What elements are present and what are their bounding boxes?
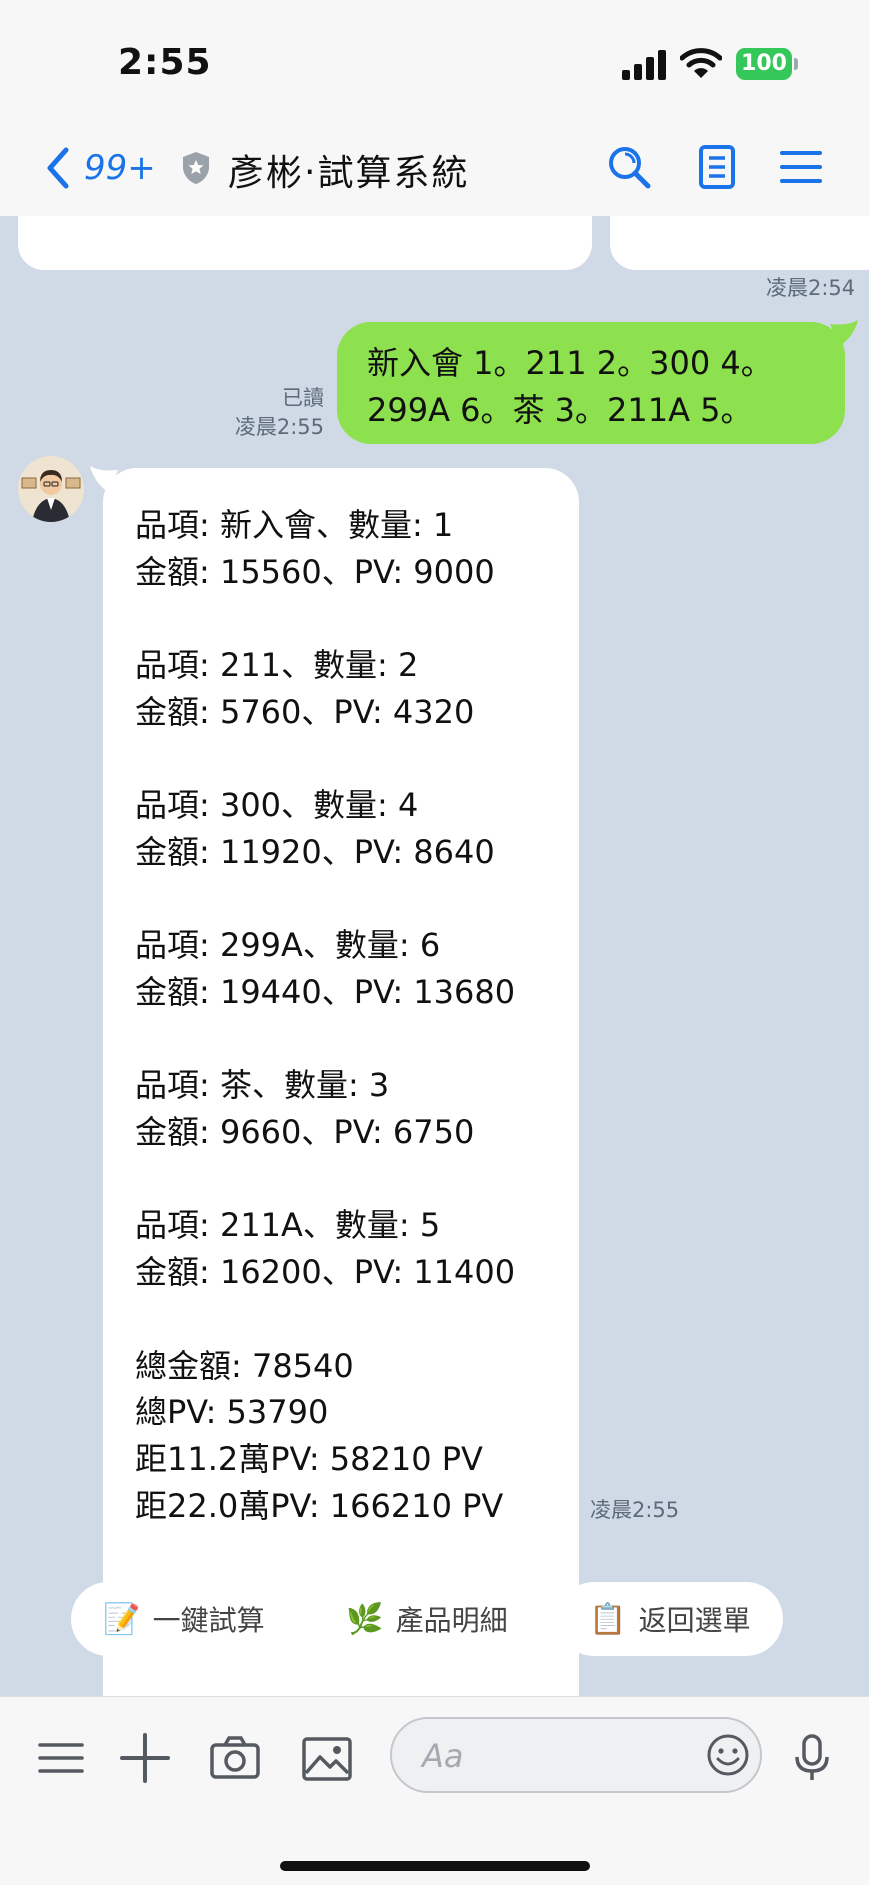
wifi-icon xyxy=(680,48,722,78)
home-indicator xyxy=(280,1861,590,1871)
reply-line: 金額: 9660、PV: 6750 xyxy=(135,1113,475,1152)
message-input[interactable]: Aa xyxy=(390,1717,762,1793)
reply-line: 距22.0萬PV: 166210 PV xyxy=(135,1486,504,1525)
reply-line: 品項: 211、數量: 2 xyxy=(135,646,419,685)
read-receipt: 已讀 凌晨2:55 xyxy=(228,384,324,442)
quick-reply-menu[interactable]: 📋 返回選單 xyxy=(557,1582,783,1656)
reply-line: 金額: 19440、PV: 13680 xyxy=(135,972,516,1011)
camera-icon[interactable] xyxy=(210,1733,260,1783)
menu-icon[interactable] xyxy=(776,142,826,192)
unread-count[interactable]: 99+ xyxy=(84,148,156,188)
hamburger-menu-icon[interactable] xyxy=(36,1733,86,1783)
emoji-icon[interactable] xyxy=(706,1733,750,1777)
chat-header: 99+ 彥彬‧試算系統 xyxy=(0,120,869,216)
quick-reply-calc[interactable]: 📝 一鍵試算 xyxy=(71,1582,297,1656)
sent-time: 凌晨2:55 xyxy=(234,415,324,439)
back-chevron-icon[interactable] xyxy=(40,144,76,192)
cellular-signal-icon xyxy=(622,50,668,80)
reply-message-bubble[interactable]: 品項: 新入會、數量: 1 金額: 15560、PV: 9000 品項: 211、數… xyxy=(103,468,579,1696)
reply-line: 金額: 11920、PV: 8640 xyxy=(135,832,495,871)
reply-spacer xyxy=(135,736,547,783)
search-icon[interactable] xyxy=(604,142,654,192)
reply-line: 總金額: 78540 xyxy=(135,1346,354,1385)
plus-icon[interactable] xyxy=(120,1733,170,1783)
notes-icon[interactable] xyxy=(692,142,742,192)
quick-reply-label: 一鍵試算 xyxy=(152,1604,265,1637)
chat-area[interactable]: 凌晨2:54 已讀 凌晨2:55 新入會 1。211 2。300 4。299A … xyxy=(0,216,869,1696)
reply-spacer xyxy=(135,1156,547,1203)
bot-avatar[interactable] xyxy=(18,456,84,522)
reply-line: 品項: 茶、數量: 3 xyxy=(135,1066,390,1105)
image-icon[interactable] xyxy=(302,1733,352,1783)
reply-spacer xyxy=(135,1016,547,1063)
clipboard-icon: 📋 xyxy=(589,1601,627,1637)
herb-icon: 🌿 xyxy=(346,1601,384,1637)
read-label: 已讀 xyxy=(282,386,324,410)
quick-reply-products[interactable]: 🌿 產品明細 xyxy=(314,1582,540,1656)
previous-message-bubble xyxy=(18,216,592,270)
reply-spacer xyxy=(135,1296,547,1343)
sent-message-bubble[interactable]: 新入會 1。211 2。300 4。299A 6。茶 3。211A 5。 xyxy=(337,322,845,444)
reply-time: 凌晨2:55 xyxy=(590,1498,680,1522)
previous-message-bubble xyxy=(610,216,869,270)
shield-icon xyxy=(183,152,209,184)
chat-title: 彥彬‧試算系統 xyxy=(228,153,470,194)
status-time: 2:55 xyxy=(118,42,212,83)
status-bar: 2:55 100 xyxy=(0,0,869,120)
message-placeholder: Aa xyxy=(422,1737,464,1775)
reply-spacer xyxy=(135,876,547,923)
reply-line: 總PV: 53790 xyxy=(135,1393,329,1432)
reply-line: 品項: 300、數量: 4 xyxy=(135,786,419,825)
message-timestamp: 凌晨2:54 xyxy=(766,276,856,300)
avatar-illustration xyxy=(18,456,84,522)
memo-icon: 📝 xyxy=(103,1601,141,1637)
battery-icon: 100 xyxy=(736,48,792,80)
quick-reply-label: 返回選單 xyxy=(638,1604,751,1637)
reply-line: 金額: 5760、PV: 4320 xyxy=(135,692,475,731)
battery-tip xyxy=(794,58,798,70)
quick-reply-label: 產品明細 xyxy=(395,1604,508,1637)
microphone-icon[interactable] xyxy=(787,1733,837,1783)
reply-line: 品項: 211A、數量: 5 xyxy=(135,1206,441,1245)
reply-line: 品項: 299A、數量: 6 xyxy=(135,926,441,965)
reply-line: 金額: 16200、PV: 11400 xyxy=(135,1253,516,1292)
reply-spacer xyxy=(135,595,547,642)
reply-line: 金額: 15560、PV: 9000 xyxy=(135,552,495,591)
input-bar: Aa xyxy=(0,1696,869,1885)
reply-line: 距11.2萬PV: 58210 PV xyxy=(135,1439,483,1478)
reply-line: 品項: 新入會、數量: 1 xyxy=(135,506,454,544)
